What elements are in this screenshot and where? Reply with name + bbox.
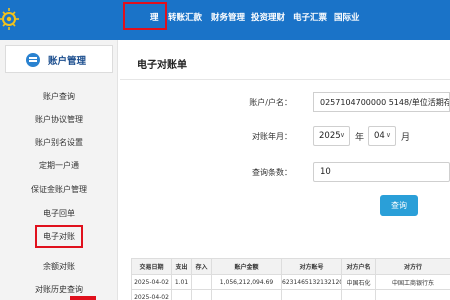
nav-item-transfer[interactable]: 转账汇款 bbox=[168, 11, 202, 25]
account-label: 账户/户名： bbox=[249, 98, 292, 107]
month-value: 04 bbox=[374, 131, 385, 141]
cell-counterparty-bank bbox=[375, 289, 450, 300]
cell-date: 2025-04-02 bbox=[131, 274, 172, 290]
bank-logo-icon bbox=[0, 8, 19, 30]
sidebar: 账户管理 账户查询 账户协议管理 账户别名设置 定期一户通 保证金账户管理 电子… bbox=[0, 40, 118, 300]
month-select[interactable]: 04 ∨ bbox=[368, 126, 396, 146]
year-value: 2025 bbox=[319, 131, 341, 141]
year-unit: 年 bbox=[355, 133, 365, 143]
chevron-down-icon: ∨ bbox=[385, 131, 391, 139]
col-header-counterparty-name: 对方户名 bbox=[341, 258, 376, 275]
cell-balance: 1,056,212,094.69 bbox=[211, 274, 282, 290]
sidebar-item-account-agreement[interactable]: 账户协议管理 bbox=[0, 114, 118, 126]
sidebar-header-label: 账户管理 bbox=[48, 56, 87, 67]
cell-counterparty-account: 6231465132132120 bbox=[281, 274, 342, 290]
cell-balance bbox=[211, 289, 282, 300]
year-select[interactable]: 2025 ∨ bbox=[313, 126, 350, 146]
sidebar-item-balance-reconciliation[interactable]: 余额对账 bbox=[0, 261, 118, 273]
table-row: 2025-04-02 bbox=[131, 289, 450, 300]
sidebar-item-fixed-deposit[interactable]: 定期一户通 bbox=[0, 160, 118, 172]
sidebar-header[interactable]: 账户管理 bbox=[5, 45, 113, 73]
cell-credit bbox=[191, 289, 212, 300]
period-label: 对账年月： bbox=[252, 132, 292, 141]
table-header-row: 交易日期 支出 存入 账户金额 对方账号 对方户名 对方行 bbox=[131, 258, 450, 275]
table-row: 2025-04-02 1.01 1,056,212,094.69 6231465… bbox=[131, 274, 450, 290]
sidebar-highlight-box bbox=[35, 225, 83, 248]
sidebar-item-reconciliation-history[interactable]: 对账历史查询 bbox=[0, 284, 118, 296]
col-header-date: 交易日期 bbox=[131, 258, 172, 275]
col-header-credit: 存入 bbox=[191, 258, 212, 275]
statement-table: 交易日期 支出 存入 账户金额 对方账号 对方户名 对方行 2025-04-02… bbox=[131, 258, 450, 300]
sidebar-item-e-receipt[interactable]: 电子回单 bbox=[0, 208, 118, 220]
nav-highlight-box bbox=[123, 2, 167, 30]
sidebar-item-account-query[interactable]: 账户查询 bbox=[0, 91, 118, 103]
nav-item-finance-management[interactable]: 财务管理 bbox=[211, 11, 245, 25]
title-divider bbox=[120, 79, 450, 80]
count-label: 查询条数： bbox=[252, 168, 292, 177]
cell-counterparty-name: 中国石化 bbox=[341, 274, 376, 290]
page-title: 电子对账单 bbox=[137, 60, 187, 71]
account-select[interactable]: 0257104700000 5148/单位活期存款 bbox=[313, 92, 450, 112]
menu-list-icon bbox=[26, 53, 40, 67]
cell-counterparty-account bbox=[281, 289, 342, 300]
chevron-down-icon: ∨ bbox=[339, 131, 345, 139]
count-input[interactable]: 10 bbox=[313, 162, 450, 182]
sidebar-highlight-bar bbox=[70, 296, 96, 300]
nav-item-e-bills[interactable]: 电子汇票 bbox=[293, 11, 327, 25]
nav-item-investment[interactable]: 投资理财 bbox=[251, 11, 285, 25]
top-nav-bar: 理 转账汇款 财务管理 投资理财 电子汇票 国际业 bbox=[0, 0, 450, 40]
sidebar-item-margin-account[interactable]: 保证金账户管理 bbox=[0, 184, 118, 196]
col-header-counterparty-account: 对方账号 bbox=[281, 258, 342, 275]
nav-item-international[interactable]: 国际业 bbox=[334, 11, 360, 25]
col-header-debit: 支出 bbox=[171, 258, 192, 275]
cell-counterparty-bank: 中国工商银行东 bbox=[375, 274, 450, 290]
cell-credit bbox=[191, 274, 212, 290]
col-header-counterparty-bank: 对方行 bbox=[375, 258, 450, 275]
cell-debit bbox=[171, 289, 192, 300]
query-button[interactable]: 查询 bbox=[380, 195, 418, 216]
sidebar-item-account-alias[interactable]: 账户别名设置 bbox=[0, 137, 118, 149]
cell-counterparty-name bbox=[341, 289, 376, 300]
cell-debit: 1.01 bbox=[171, 274, 192, 290]
cell-date: 2025-04-02 bbox=[131, 289, 172, 300]
month-unit: 月 bbox=[401, 133, 411, 143]
col-header-balance: 账户金额 bbox=[211, 258, 282, 275]
